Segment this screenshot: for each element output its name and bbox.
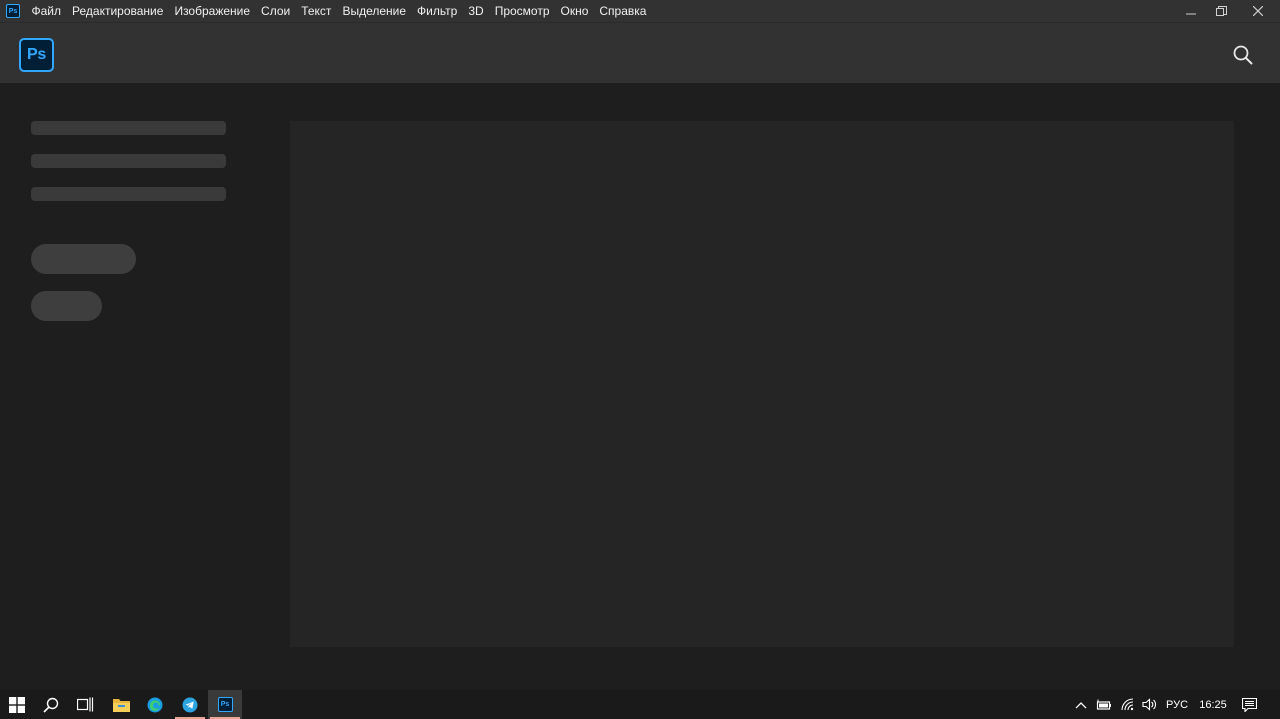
menu-edit[interactable]: Редактирование xyxy=(67,0,169,22)
close-icon xyxy=(1253,6,1263,16)
menu-view[interactable]: Просмотр xyxy=(489,0,555,22)
menu-image[interactable]: Изображение xyxy=(169,0,256,22)
photoshop-icon: Ps xyxy=(217,697,233,712)
task-view-icon xyxy=(76,697,93,712)
menu-layers[interactable]: Слои xyxy=(256,0,296,22)
search-icon xyxy=(43,697,59,713)
skeleton-pill xyxy=(31,244,136,274)
photoshop-taskbar-button[interactable]: Ps xyxy=(208,690,242,719)
photoshop-logo-label: Ps xyxy=(27,46,46,63)
home-main xyxy=(0,83,1280,690)
menu-3d[interactable]: 3D xyxy=(463,0,489,22)
show-hidden-icons-button[interactable] xyxy=(1071,690,1091,719)
battery-button[interactable] xyxy=(1094,690,1114,719)
file-explorer-button[interactable] xyxy=(104,690,138,719)
window-controls xyxy=(1176,0,1280,22)
task-view-button[interactable] xyxy=(68,690,102,719)
search-button[interactable] xyxy=(1232,44,1254,66)
clock[interactable]: 16:25 xyxy=(1195,690,1231,719)
minimize-button[interactable] xyxy=(1176,0,1206,22)
menu-items: Файл Редактирование Изображение Слои Тек… xyxy=(26,0,652,22)
taskbar-search-button[interactable] xyxy=(34,690,68,719)
start-button[interactable] xyxy=(0,690,34,719)
telegram-icon xyxy=(182,697,198,712)
menu-filter[interactable]: Фильтр xyxy=(412,0,463,22)
windows-start-icon xyxy=(9,696,25,713)
file-explorer-icon xyxy=(112,698,130,712)
content-placeholder-panel xyxy=(290,121,1234,647)
network-button[interactable] xyxy=(1118,690,1138,719)
restore-icon xyxy=(1215,5,1227,16)
minimize-icon xyxy=(1186,13,1196,15)
menu-bar: Ps Файл Редактирование Изображение Слои … xyxy=(0,0,1280,22)
edge-icon xyxy=(147,697,163,712)
close-button[interactable] xyxy=(1236,0,1280,22)
restore-button[interactable] xyxy=(1206,0,1236,22)
chevron-up-icon xyxy=(1075,701,1087,708)
volume-button[interactable] xyxy=(1139,690,1159,719)
edge-button[interactable] xyxy=(138,690,172,719)
skeleton-line xyxy=(31,154,226,168)
speaker-icon xyxy=(1141,698,1156,711)
menu-text[interactable]: Текст xyxy=(296,0,337,22)
language-indicator[interactable]: РУС xyxy=(1162,690,1192,719)
taskbar: Ps РУС 16:25 xyxy=(0,690,1280,719)
wifi-icon xyxy=(1120,698,1133,711)
home-header: Ps xyxy=(0,22,1280,83)
skeleton-line xyxy=(31,187,226,201)
menu-file[interactable]: Файл xyxy=(26,0,67,22)
menu-select[interactable]: Выделение xyxy=(337,0,412,22)
photoshop-app-icon[interactable]: Ps xyxy=(6,4,20,18)
skeleton-line xyxy=(31,121,226,135)
battery-icon xyxy=(1096,699,1111,710)
search-icon xyxy=(1233,45,1253,65)
menu-window[interactable]: Окно xyxy=(555,0,594,22)
notification-icon xyxy=(1241,697,1257,712)
menu-help[interactable]: Справка xyxy=(594,0,652,22)
photoshop-logo[interactable]: Ps xyxy=(19,38,54,72)
skeleton-pill xyxy=(31,291,102,321)
action-center-button[interactable] xyxy=(1238,690,1260,719)
telegram-button[interactable] xyxy=(173,690,207,719)
